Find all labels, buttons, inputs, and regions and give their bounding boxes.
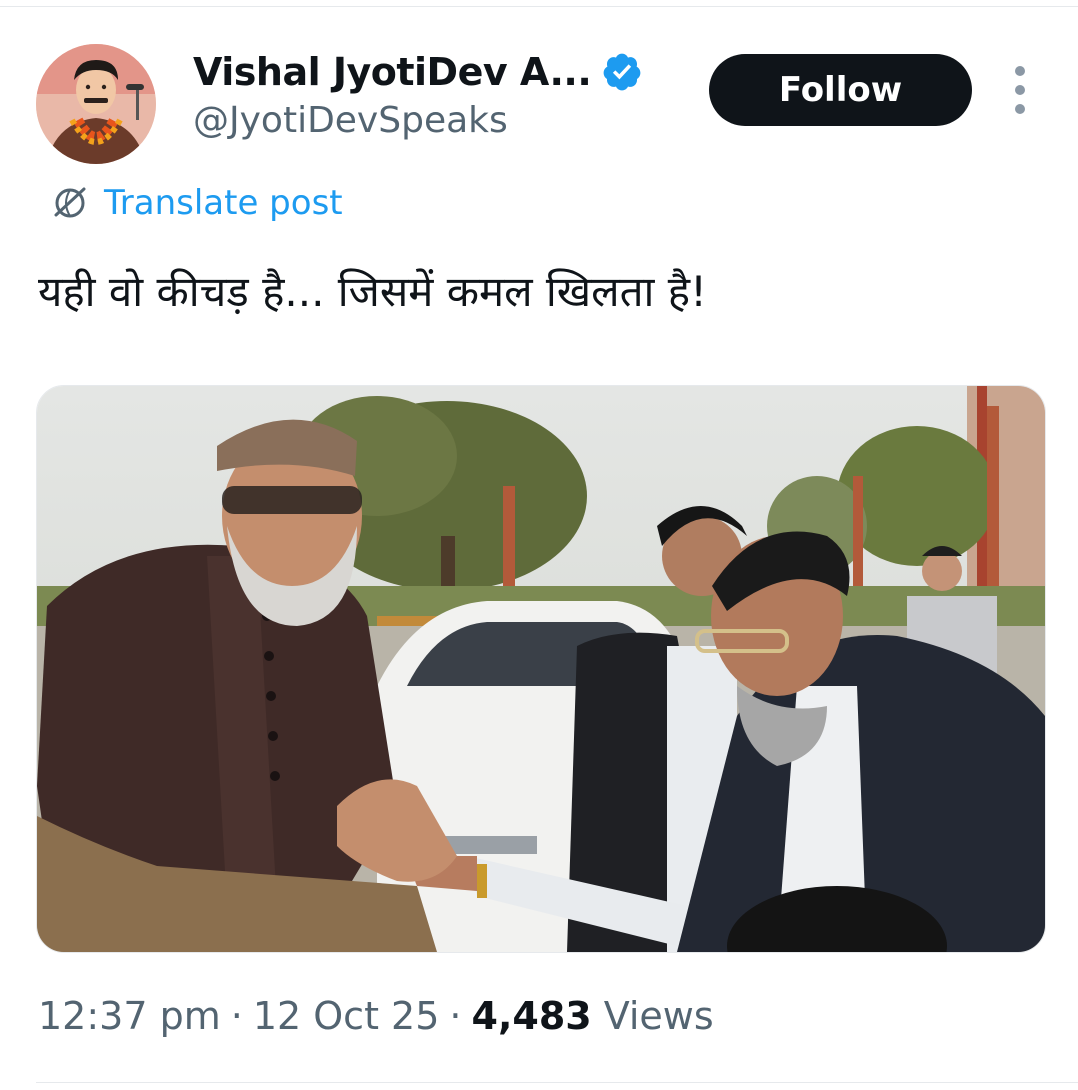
photo-illustration — [37, 386, 1045, 952]
views-label: Views — [603, 994, 714, 1038]
post-date[interactable]: 12 Oct 25 — [253, 994, 440, 1038]
post-meta: 12:37 pm · 12 Oct 25 · 4,483 Views — [38, 994, 714, 1038]
avatar-illustration — [36, 44, 156, 164]
post-text: यही वो कीचड़ है... जिसमें कमल खिलता है! — [38, 267, 707, 316]
translate-globe-icon — [54, 187, 86, 218]
top-divider — [0, 0, 1078, 7]
post-photo[interactable] — [36, 385, 1046, 953]
profile-avatar[interactable] — [36, 44, 156, 164]
author-display-name[interactable]: Vishal JyotiDev A... — [193, 50, 592, 94]
meta-separator: · — [230, 994, 243, 1038]
post-time[interactable]: 12:37 pm — [38, 994, 221, 1038]
more-options-icon[interactable] — [1002, 66, 1038, 114]
verified-badge-icon — [601, 51, 643, 93]
author-handle[interactable]: @JyotiDevSpeaks — [193, 100, 508, 141]
tweet-detail: Vishal JyotiDev A... @JyotiDevSpeaks Fol… — [0, 0, 1078, 1090]
views-count[interactable]: 4,483 — [472, 994, 592, 1038]
bottom-divider — [36, 1082, 1078, 1083]
follow-button[interactable]: Follow — [709, 54, 972, 126]
meta-separator: · — [449, 994, 462, 1038]
author-name-row[interactable]: Vishal JyotiDev A... — [193, 42, 643, 102]
translate-post-label[interactable]: Translate post — [104, 183, 343, 223]
translate-post-link[interactable]: Translate post — [48, 180, 343, 226]
